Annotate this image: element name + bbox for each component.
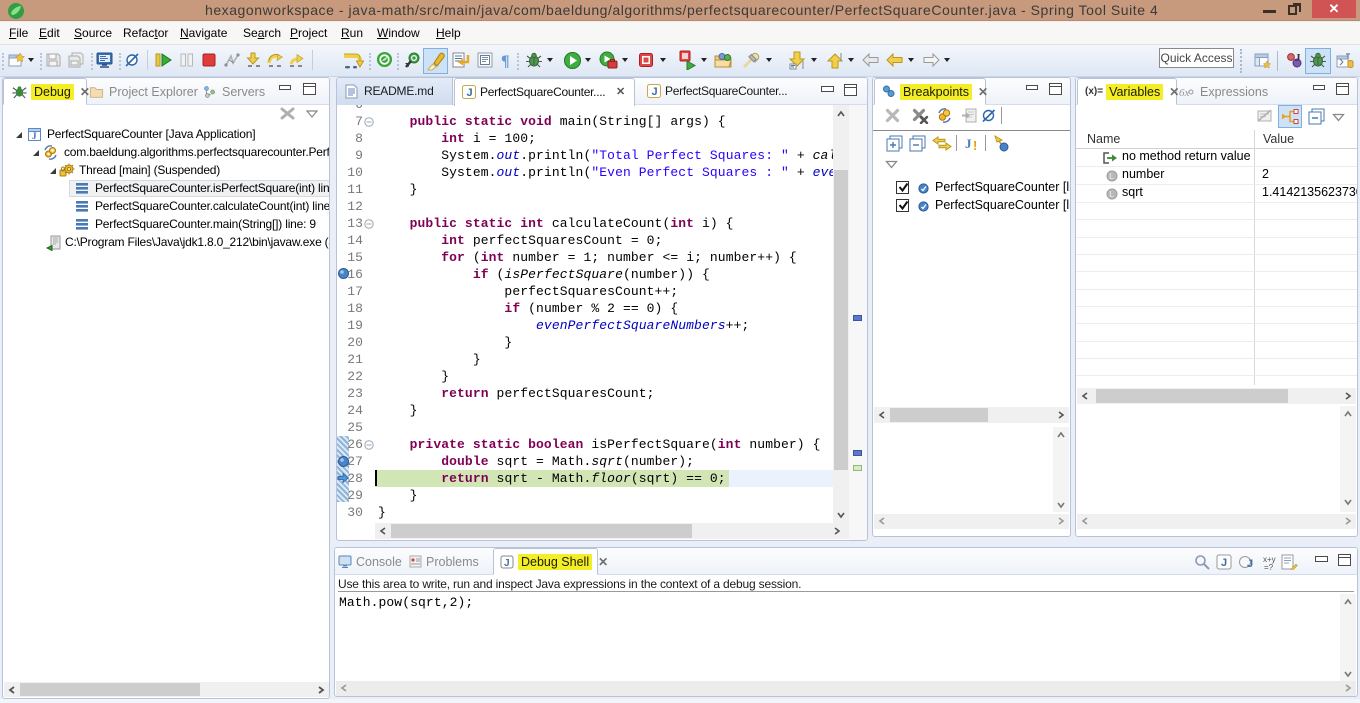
svg-text:L: L [1109, 172, 1114, 181]
svg-text:J: J [965, 136, 972, 151]
svg-text:J: J [1295, 52, 1301, 64]
svg-text:=?: =? [1264, 563, 1274, 571]
svg-text:J: J [467, 87, 473, 99]
svg-text:!: ! [973, 138, 977, 152]
svg-text:¶: ¶ [501, 53, 510, 69]
svg-text:L: L [1109, 190, 1114, 199]
svg-text:J: J [32, 131, 37, 141]
svg-text:6x: 6x [1179, 87, 1190, 98]
svg-text:J: J [1221, 557, 1227, 569]
svg-text:J: J [1247, 558, 1253, 570]
svg-text:J: J [652, 86, 658, 98]
